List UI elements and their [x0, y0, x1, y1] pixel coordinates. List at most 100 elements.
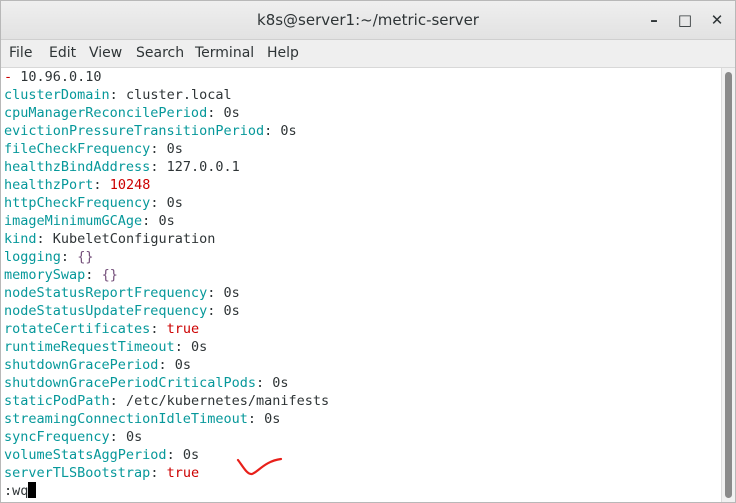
menu-search[interactable]: Search	[136, 45, 184, 61]
config-key: serverTLSBootstrap	[4, 465, 151, 481]
config-key: healthzBindAddress	[4, 159, 151, 175]
config-value: cluster.local	[125, 87, 232, 103]
vertical-scrollbar[interactable]	[721, 68, 735, 502]
menu-terminal[interactable]: Terminal	[195, 45, 254, 61]
config-separator: :	[150, 321, 159, 337]
config-value: 0s	[166, 141, 183, 157]
config-line: serverTLSBootstrap: true	[4, 464, 199, 482]
config-value: 0s	[223, 285, 240, 301]
config-separator: :	[158, 357, 167, 373]
config-line: healthzPort: 10248	[4, 176, 150, 194]
config-value: {}	[77, 249, 94, 265]
config-line: staticPodPath: /etc/kubernetes/manifests	[4, 392, 329, 410]
config-separator: :	[60, 249, 70, 265]
config-separator: :	[85, 267, 94, 283]
config-value: 127.0.0.1	[166, 159, 240, 175]
config-key: imageMinimumGCAge	[4, 213, 143, 229]
config-key: rotateCertificates	[4, 321, 151, 337]
menu-help[interactable]: Help	[267, 45, 299, 61]
config-separator: :	[36, 231, 45, 247]
config-value: KubeletConfiguration	[52, 231, 216, 247]
dns-ip-value: 10.96.0.10	[20, 69, 102, 85]
config-value: 0s	[182, 447, 200, 463]
config-separator: :	[109, 429, 118, 445]
config-key: nodeStatusUpdateFrequency	[4, 303, 208, 319]
config-line: healthzBindAddress: 127.0.0.1	[4, 158, 240, 176]
config-line: httpCheckFrequency: 0s	[4, 194, 183, 212]
config-line: runtimeRequestTimeout: 0s	[4, 338, 207, 356]
config-separator: :	[150, 195, 159, 211]
config-key: clusterDomain	[4, 87, 110, 103]
config-line: shutdownGracePeriodCriticalPods: 0s	[4, 374, 289, 392]
config-separator: :	[207, 285, 216, 301]
config-value: true	[166, 465, 200, 481]
terminal-line-first: - 10.96.0.10	[4, 68, 102, 86]
config-value: 10248	[109, 177, 151, 193]
window-title: k8s@server1:~/metric-server	[257, 11, 479, 29]
config-value: true	[166, 321, 200, 337]
vim-command: :wq	[4, 483, 29, 499]
config-line: kind: KubeletConfiguration	[4, 230, 215, 248]
config-key: healthzPort	[4, 177, 94, 193]
config-separator: :	[207, 303, 216, 319]
config-value: 0s	[264, 411, 281, 427]
config-separator: :	[166, 447, 175, 463]
config-line: nodeStatusReportFrequency: 0s	[4, 284, 240, 302]
config-value: 0s	[280, 123, 297, 139]
config-separator: :	[247, 411, 256, 427]
config-key: runtimeRequestTimeout	[4, 339, 175, 355]
menu-bar: File Edit View Search Terminal Help	[1, 40, 735, 68]
red-checkmark-annotation	[236, 457, 283, 476]
terminal-content[interactable]: - 10.96.0.10 clusterDomain: cluster.loca…	[1, 68, 721, 502]
config-key: shutdownGracePeriod	[4, 357, 159, 373]
config-value: 0s	[174, 357, 191, 373]
config-line: logging: {}	[4, 248, 93, 266]
config-value: 0s	[125, 429, 143, 445]
config-key: nodeStatusReportFrequency	[4, 285, 208, 301]
scrollbar-thumb[interactable]	[725, 72, 732, 498]
config-value: 0s	[223, 105, 240, 121]
config-key: fileCheckFrequency	[4, 141, 151, 157]
config-line: fileCheckFrequency: 0s	[4, 140, 183, 158]
config-separator: :	[150, 159, 159, 175]
config-line: rotateCertificates: true	[4, 320, 199, 338]
config-value: 0s	[190, 339, 208, 355]
config-key: streamingConnectionIdleTimeout	[4, 411, 248, 427]
minimize-icon[interactable]: –	[644, 10, 664, 30]
config-separator: :	[150, 141, 159, 157]
menu-view[interactable]: View	[89, 45, 122, 61]
config-separator: :	[109, 87, 118, 103]
config-key: volumeStatsAggPeriod	[4, 447, 167, 463]
maximize-icon[interactable]: □	[675, 10, 695, 30]
config-line: evictionPressureTransitionPeriod: 0s	[4, 122, 297, 140]
config-key: evictionPressureTransitionPeriod	[4, 123, 265, 139]
config-separator: :	[142, 213, 151, 229]
terminal-window: k8s@server1:~/metric-server – □ ✕ File E…	[0, 0, 736, 503]
command-line[interactable]: :wq	[4, 482, 37, 500]
config-value: 0s	[158, 213, 175, 229]
menu-file[interactable]: File	[9, 45, 32, 61]
config-line: clusterDomain: cluster.local	[4, 86, 232, 104]
config-line: shutdownGracePeriod: 0s	[4, 356, 191, 374]
config-line: streamingConnectionIdleTimeout: 0s	[4, 410, 280, 428]
menu-edit[interactable]: Edit	[49, 45, 76, 61]
config-line: syncFrequency: 0s	[4, 428, 142, 446]
config-separator: :	[93, 177, 102, 193]
list-dash: -	[4, 69, 13, 85]
title-bar[interactable]: k8s@server1:~/metric-server – □ ✕	[1, 1, 735, 40]
config-key: memorySwap	[4, 267, 86, 283]
config-separator: :	[207, 105, 216, 121]
config-line: volumeStatsAggPeriod: 0s	[4, 446, 199, 464]
config-separator: :	[174, 339, 183, 355]
config-key: staticPodPath	[4, 393, 110, 409]
config-key: logging	[4, 249, 61, 265]
config-separator: :	[150, 465, 159, 481]
config-separator: :	[264, 123, 273, 139]
config-key: kind	[4, 231, 37, 247]
config-separator: :	[255, 375, 265, 391]
config-line: cpuManagerReconcilePeriod: 0s	[4, 104, 240, 122]
close-icon[interactable]: ✕	[707, 10, 727, 30]
config-key: shutdownGracePeriodCriticalPods	[4, 375, 256, 391]
config-value: {}	[101, 267, 118, 283]
config-line: nodeStatusUpdateFrequency: 0s	[4, 302, 240, 320]
